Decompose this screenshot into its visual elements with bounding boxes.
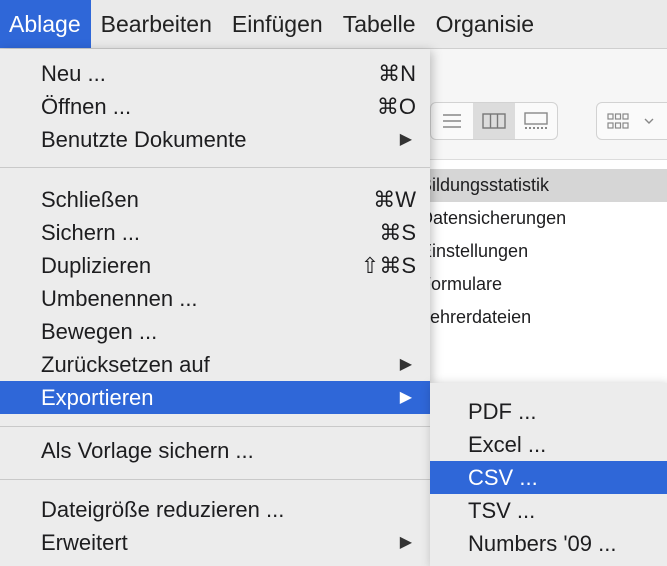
submenu-arrow-icon: ▶ — [399, 356, 412, 373]
menu-ablage[interactable]: Ablage — [0, 0, 91, 48]
menu-separator — [0, 479, 430, 480]
menu-item-label: Schließen — [41, 187, 139, 212]
menu-item-label: Öffnen ... — [41, 94, 132, 119]
folder-list: Bildungsstatistik Datensicherungen Einst… — [410, 169, 667, 334]
shortcut-label: ⌘O — [376, 94, 416, 119]
menu-item-label: Sichern ... — [41, 220, 141, 245]
menu-item-zuruecksetzen[interactable]: Zurücksetzen auf ▶ — [0, 348, 430, 381]
submenu-item-pdf[interactable]: PDF ... — [430, 395, 667, 428]
menu-item-label: Duplizieren — [41, 253, 152, 278]
menu-item-sichern[interactable]: Sichern ... ⌘S — [0, 216, 430, 249]
menu-item-als-vorlage-sichern[interactable]: Als Vorlage sichern ... — [0, 434, 430, 467]
menu-item-label: Erweitert — [41, 530, 128, 555]
menu-item-label: Als Vorlage sichern ... — [41, 438, 254, 463]
list-view-icon[interactable] — [431, 103, 473, 139]
menu-item-label: Umbenennen ... — [41, 286, 198, 311]
submenu-item-label: TSV ... — [468, 498, 536, 523]
submenu-item-label: Numbers '09 ... — [468, 531, 617, 556]
view-mode-group — [430, 102, 558, 140]
submenu-item-excel[interactable]: Excel ... — [430, 428, 667, 461]
column-view-icon[interactable] — [473, 103, 515, 139]
group-by-button[interactable] — [596, 102, 667, 140]
menu-item-neu[interactable]: Neu ... ⌘N — [0, 57, 430, 90]
shortcut-label: ⇧⌘S — [360, 253, 416, 278]
list-item[interactable]: Lehrerdateien — [410, 301, 667, 334]
menu-einfuegen[interactable]: Einfügen — [222, 0, 333, 48]
submenu-item-label: PDF ... — [468, 399, 537, 424]
list-item[interactable]: Einstellungen — [410, 235, 667, 268]
menu-tabelle[interactable]: Tabelle — [333, 0, 426, 48]
submenu-item-label: CSV ... — [468, 465, 538, 490]
menu-item-erweitert[interactable]: Erweitert ▶ — [0, 526, 430, 559]
menu-item-dateigroesse-reduzieren[interactable]: Dateigröße reduzieren ... — [0, 493, 430, 526]
menu-item-label: Exportieren — [41, 385, 154, 410]
submenu-item-label: Excel ... — [468, 432, 547, 457]
grid-icon — [597, 103, 639, 139]
menu-bar: Ablage Bearbeiten Einfügen Tabelle Organ… — [0, 0, 667, 49]
menu-organisieren[interactable]: Organisie — [426, 0, 544, 48]
submenu-arrow-icon: ▶ — [399, 131, 412, 148]
menu-item-bewegen[interactable]: Bewegen ... — [0, 315, 430, 348]
menu-separator — [0, 167, 430, 168]
menu-item-exportieren[interactable]: Exportieren ▶ — [0, 381, 430, 414]
submenu-item-numbers-09[interactable]: Numbers '09 ... — [430, 527, 667, 560]
menu-item-umbenennen[interactable]: Umbenennen ... — [0, 282, 430, 315]
export-submenu: PDF ... Excel ... CSV ... TSV ... Number… — [430, 383, 667, 566]
menu-item-label: Zurücksetzen auf — [41, 352, 210, 377]
menu-item-label: Dateigröße reduzieren ... — [41, 497, 285, 522]
menu-item-label: Benutzte Dokumente — [41, 127, 247, 152]
list-item[interactable]: Bildungsstatistik — [410, 169, 667, 202]
menu-item-duplizieren[interactable]: Duplizieren ⇧⌘S — [0, 249, 430, 282]
menu-item-oeffnen[interactable]: Öffnen ... ⌘O — [0, 90, 430, 123]
menu-item-label: Neu ... — [41, 61, 106, 86]
submenu-item-tsv[interactable]: TSV ... — [430, 494, 667, 527]
list-item[interactable]: Datensicherungen — [410, 202, 667, 235]
ablage-dropdown-menu: Neu ... ⌘N Öffnen ... ⌘O Benutzte Dokume… — [0, 49, 430, 566]
gallery-view-icon[interactable] — [515, 103, 557, 139]
list-item[interactable]: Formulare — [410, 268, 667, 301]
chevron-down-icon — [639, 103, 659, 139]
menu-item-benutzte-dokumente[interactable]: Benutzte Dokumente ▶ — [0, 123, 430, 156]
menu-item-label: Bewegen ... — [41, 319, 158, 344]
menu-separator — [0, 426, 430, 427]
submenu-arrow-icon: ▶ — [399, 534, 412, 551]
shortcut-label: ⌘S — [379, 220, 416, 245]
menu-bearbeiten[interactable]: Bearbeiten — [91, 0, 222, 48]
submenu-arrow-icon: ▶ — [399, 389, 412, 406]
menu-item-schliessen[interactable]: Schließen ⌘W — [0, 183, 430, 216]
submenu-item-csv[interactable]: CSV ... — [430, 461, 667, 494]
shortcut-label: ⌘N — [378, 61, 416, 86]
toolbar — [410, 49, 667, 160]
shortcut-label: ⌘W — [373, 187, 416, 212]
